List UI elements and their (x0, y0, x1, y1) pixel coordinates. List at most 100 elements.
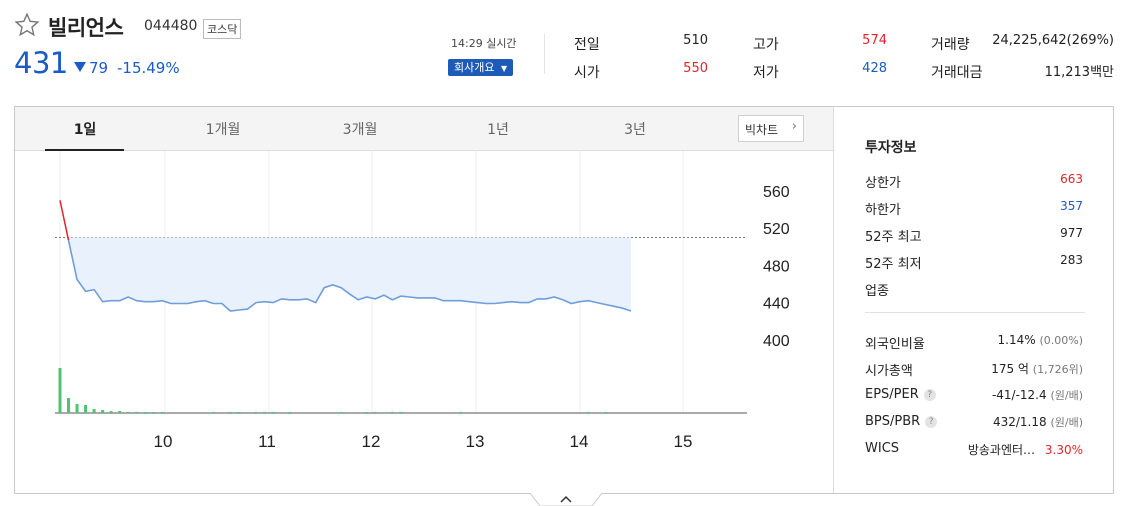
help-icon[interactable]: ? (923, 389, 936, 401)
price-area-fill (68, 237, 631, 311)
foreign-ratio-label: 외국인비율 (865, 337, 925, 352)
y-tick-label: 520 (763, 221, 790, 238)
x-tick-label: 12 (362, 432, 381, 451)
tab-1year[interactable]: 1년 (458, 119, 538, 139)
tab-1day[interactable]: 1일 (45, 119, 125, 139)
volume-bar (58, 368, 62, 413)
lower-limit-label: 하한가 (865, 203, 901, 218)
prev-close-value: 510 (683, 33, 708, 48)
volume-bar (373, 412, 377, 413)
wics-label: WICS (865, 441, 900, 456)
company-overview-label: 회사개요 (454, 61, 495, 74)
volume-bar (92, 409, 96, 413)
period-tabs: 1일 1개월 3개월 1년 3년 빅차트 › (15, 107, 833, 151)
volume-bar (399, 412, 403, 413)
collapse-toggle[interactable] (530, 493, 602, 506)
volume-bar (459, 412, 463, 413)
volume-bar (603, 412, 607, 413)
prev-close-label: 전일 (574, 37, 600, 53)
low52-label: 52주 최저 (865, 257, 922, 272)
y-tick-label: 440 (763, 296, 790, 313)
high52-value: 977 (1060, 226, 1083, 240)
volume-bar (126, 412, 130, 413)
high52-label: 52주 최고 (865, 230, 922, 245)
foreign-ratio-value: 1.14% (0.00%) (998, 333, 1083, 347)
eps-per-unit: (원/배) (1050, 389, 1083, 402)
wics-value: 방송과엔터… 3.30% (968, 441, 1083, 458)
caret-down-icon: ▼ (500, 64, 508, 73)
high-value: 574 (862, 33, 887, 48)
wics-sector[interactable]: 방송과엔터… (968, 443, 1035, 457)
price-line-up-segment (59, 200, 70, 241)
market-cap: 175 억 (991, 362, 1029, 376)
investment-info-title: 투자정보 (865, 140, 917, 156)
chevron-right-icon: › (791, 119, 797, 134)
wics-percent: 3.30% (1044, 443, 1083, 457)
bps-pbr: 432/1.18 (992, 415, 1047, 429)
volume-bar (228, 412, 232, 413)
help-icon[interactable]: ? (925, 416, 938, 428)
trade-value: 11,213백만 (1044, 65, 1114, 80)
favorite-star-icon[interactable] (14, 12, 40, 38)
low52-value: 283 (1060, 253, 1083, 267)
volume-bar (152, 412, 156, 413)
foreign-ratio-change: (0.00%) (1039, 334, 1083, 347)
y-tick-label: 400 (763, 333, 790, 350)
sector-label: 업종 (865, 284, 889, 299)
volume-bar (254, 412, 258, 413)
y-tick-label: 560 (763, 184, 790, 201)
side-divider (833, 107, 834, 493)
volume-bar (67, 398, 71, 413)
volume-bar (271, 412, 275, 413)
volume-bar (101, 410, 105, 413)
market-cap-value: 175 억 (1,726위) (991, 360, 1083, 377)
tab-1month[interactable]: 1개월 (183, 119, 263, 139)
low-value: 428 (862, 61, 887, 76)
volume-bar (160, 412, 164, 413)
x-tick-label: 10 (154, 432, 173, 451)
low-label: 저가 (753, 65, 779, 81)
header-divider (544, 34, 545, 74)
volume-bar (211, 412, 215, 413)
volume-bar (143, 412, 147, 413)
foreign-ratio: 1.14% (997, 333, 1036, 347)
realtime-label: 14:29 실시간 (451, 37, 517, 50)
chart-panel: 1일 1개월 3개월 1년 3년 빅차트 › 560 520 480 440 400 10… (14, 106, 1114, 494)
upper-limit-label: 상한가 (865, 176, 901, 191)
bps-pbr-unit: (원/배) (1050, 416, 1083, 429)
change-amount: 79 (89, 59, 109, 77)
bps-pbr-text: BPS/PBR (865, 414, 921, 429)
volume-bar (118, 411, 122, 413)
eps-per-value: -41/-12.4 (원/배) (992, 387, 1083, 403)
x-tick-label: 14 (570, 432, 589, 451)
volume-bar (109, 411, 113, 413)
lower-limit-value: 357 (1060, 199, 1083, 213)
volume-value: 24,225,642(269%) (992, 33, 1114, 48)
volume-bar (75, 404, 79, 413)
company-overview-button[interactable]: 회사개요 ▼ (448, 59, 514, 76)
tab-3year[interactable]: 3년 (595, 119, 675, 139)
volume-bar (84, 405, 88, 413)
market-cap-label: 시가총액 (865, 364, 913, 379)
x-tick-label: 13 (466, 432, 485, 451)
side-separator (865, 312, 1085, 313)
stock-name: 빌리언스 (48, 16, 124, 40)
high-label: 고가 (753, 37, 779, 53)
volume-bar (135, 412, 139, 413)
volume-bar (237, 412, 241, 413)
x-tick-label: 11 (258, 432, 276, 451)
volume-bar (288, 412, 292, 413)
bps-pbr-value: 432/1.18 (원/배) (993, 414, 1083, 430)
tab-3month[interactable]: 3개월 (320, 119, 400, 139)
bps-pbr-label: BPS/PBR? (865, 414, 938, 429)
price-chart[interactable]: 560 520 480 440 400 10 11 12 13 14 15 (15, 151, 833, 493)
open-label: 시가 (574, 65, 600, 81)
market-cap-rank: (1,726위) (1032, 363, 1083, 376)
volume-bar (390, 412, 394, 413)
big-chart-button[interactable]: 빅차트 › (738, 115, 804, 142)
current-price: 431 (14, 46, 68, 80)
volume-bar (365, 412, 369, 413)
trade-value-label: 거래대금 (931, 65, 983, 81)
eps-per: -41/-12.4 (991, 388, 1047, 402)
volume-bar (339, 412, 343, 413)
